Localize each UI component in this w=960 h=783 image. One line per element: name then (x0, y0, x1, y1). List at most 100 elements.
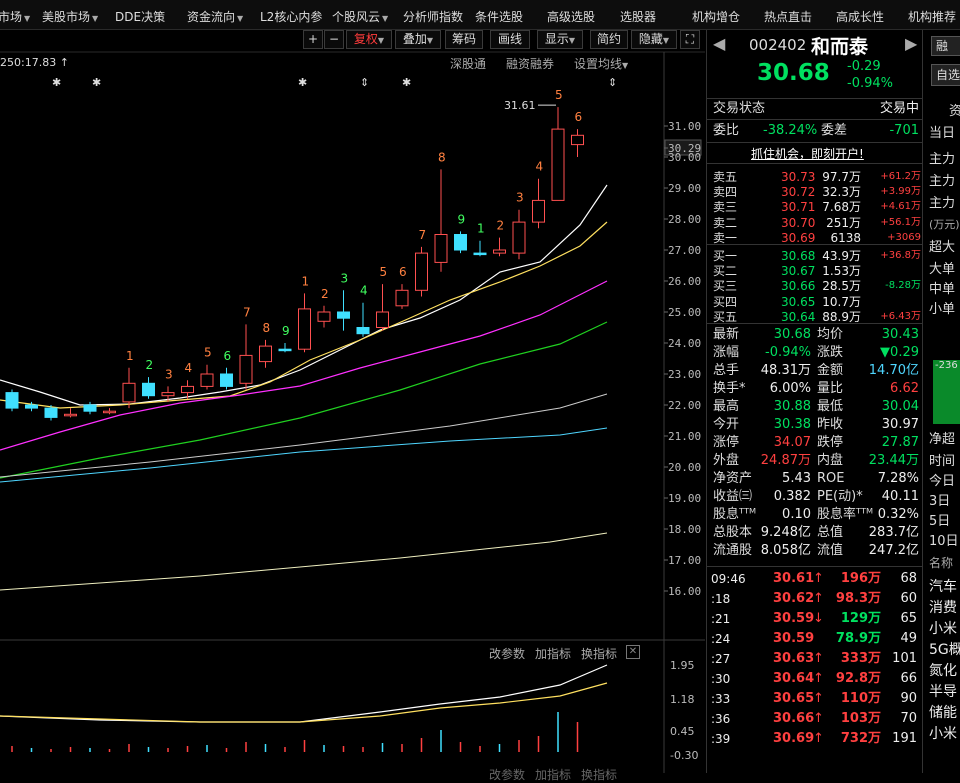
zoom-in-button[interactable]: + (303, 30, 323, 49)
tick-count: 66 (900, 671, 917, 686)
next-stock-icon[interactable]: ▶ (905, 34, 917, 53)
stat-value: 5.43 (782, 471, 811, 486)
divider (707, 142, 923, 143)
stat-value: 0.10 (782, 507, 811, 522)
tick-count: 191 (892, 731, 917, 746)
event-star-icon: ✱ (298, 76, 307, 89)
stat-label: 最低 (817, 399, 844, 414)
diejia-button[interactable]: 叠加▼ (395, 30, 441, 49)
shengutong-link[interactable]: 深股通 (450, 55, 486, 71)
quote-panel: ◀ 002402 和而泰 ▶ 30.68 -0.29 -0.94% 交易状态 交… (706, 30, 923, 773)
top-menu-item[interactable]: DDE决策 (115, 8, 165, 25)
tick-volume: 98.3万 (835, 591, 881, 606)
top-menu-item[interactable]: 美股市场 ▼ (42, 8, 98, 25)
tick-row: :36 30.66 ↑ 103万 70 (707, 710, 923, 728)
jiazhibiao-link[interactable]: 加指标 (535, 645, 571, 662)
top-menu-item[interactable]: 选股器 (620, 8, 656, 25)
xianshi-button[interactable]: 显示▼ (537, 30, 583, 49)
stat-value: 40.11 (881, 489, 919, 504)
gaicanshu-link[interactable]: 改参数 (489, 645, 525, 662)
ma-setting-link[interactable]: 设置均线▼ (574, 55, 628, 71)
zhongdan-label: 中单 (929, 282, 956, 297)
tick-price: 30.63 (773, 651, 815, 666)
td-count-label: 6 (575, 110, 583, 124)
bottom-huanzhibiao-link[interactable]: 换指标 (581, 766, 617, 783)
stat-value: 34.07 (773, 435, 811, 450)
chouma-button[interactable]: 筹码 (445, 30, 483, 49)
prev-stock-icon[interactable]: ◀ (713, 34, 725, 53)
zoom-out-button[interactable]: − (324, 30, 344, 49)
y-tick-label: 21.00 (668, 430, 701, 443)
sub-y-tick-label: 1.95 (670, 659, 695, 672)
stat-label: 涨跌 (817, 345, 844, 360)
candle-body (493, 249, 506, 254)
chevron-down-icon: ▼ (622, 61, 629, 70)
stat-label: 总值 (817, 525, 844, 540)
tick-time: :18 (711, 592, 731, 606)
close-icon[interactable]: ✕ (626, 645, 640, 659)
top-menu-item[interactable]: 机构推荐 (908, 8, 956, 25)
sub-y-tick-label: 1.18 (670, 693, 695, 706)
stats-row: 外盘 24.87万 内盘 23.44万 (707, 452, 923, 470)
tick-volume: 732万 (840, 731, 881, 746)
top-menu-item[interactable]: 高级选股 (547, 8, 595, 25)
fuquan-button[interactable]: 复权▼ (346, 30, 392, 49)
yincang-button[interactable]: 隐藏▼ (631, 30, 677, 49)
top-menu-item[interactable]: 市场 ▼ (0, 8, 30, 25)
y-tick-label: 17.00 (668, 554, 701, 567)
tick-arrow: ↑ (813, 691, 824, 706)
chart-toolbar: + − 复权▼ 叠加▼ 筹码 画线 显示▼ 简约 隐藏▼ ⛶ (0, 30, 705, 50)
tick-volume: 78.9万 (835, 631, 881, 646)
tick-row: :21 30.59 ↓ 129万 65 (707, 610, 923, 628)
top-menu-item[interactable]: 资金流向 ▼ (187, 8, 243, 25)
bottom-jiazhibiao-link[interactable]: 加指标 (535, 766, 571, 783)
add-watchlist-button[interactable]: 自选 (931, 64, 960, 86)
td-count-label: 5 (204, 346, 212, 360)
tick-arrow: ↓ (813, 611, 824, 626)
top-menu-label: 热点直击 (764, 10, 813, 24)
top-menu-item[interactable]: 个股风云 ▼ (332, 8, 388, 25)
td-count-label: 3 (341, 271, 349, 285)
tick-arrow: ↑ (813, 731, 824, 746)
sector-item: 汽车 (929, 579, 957, 595)
top-menu-item[interactable]: 分析师指数 (403, 8, 463, 25)
huaxian-button[interactable]: 画线 (490, 30, 530, 49)
top-menu-item[interactable]: 高成长性 (836, 8, 884, 25)
top-menu-label: DDE决策 (115, 10, 166, 24)
promo-link[interactable]: 抓住机会，即刻开户! (751, 145, 864, 162)
candle-body (44, 407, 58, 418)
stat-label: 今开 (713, 417, 740, 432)
top-menu-label: 高成长性 (836, 10, 885, 24)
rong-button[interactable]: 融 (931, 36, 960, 56)
jianyue-button[interactable]: 简约 (590, 30, 628, 49)
unit-label: (万元) (929, 218, 960, 231)
candle-body (298, 308, 311, 350)
rongzi-link[interactable]: 融资融券 (506, 55, 554, 71)
stat-value: 0.382 (773, 489, 811, 504)
ma5-line (0, 184, 608, 406)
top-menu-item[interactable]: L2核心内参 (260, 8, 322, 25)
diejia-label: 叠加 (402, 32, 427, 46)
top-menu-item[interactable]: 条件选股 (475, 8, 523, 25)
stat-label: 最新 (713, 327, 740, 342)
zhuli-label: 主力 (929, 196, 956, 211)
top-menu-item[interactable]: 热点直击 (764, 8, 812, 25)
stat-label: 股息ᵀᵀᴹ (713, 507, 757, 522)
huanzhibiao-link[interactable]: 换指标 (581, 645, 617, 662)
chevron-down-icon: ▼ (426, 36, 434, 45)
top-menu-item[interactable]: 机构增仓 (692, 8, 740, 25)
stock-code: 002402 (749, 36, 807, 54)
y-tick-label: 27.00 (668, 244, 701, 257)
stat-label: PE(动)* (817, 489, 863, 504)
candle-body (103, 410, 116, 414)
fullscreen-icon[interactable]: ⛶ (680, 30, 700, 49)
bottom-gaicanshu-link[interactable]: 改参数 (489, 766, 525, 783)
stat-value: 14.70亿 (868, 363, 919, 378)
mingcheng-label: 名称 (929, 556, 954, 570)
td-count-label: 7 (243, 305, 251, 319)
candle-body (64, 413, 77, 417)
zhuli-label: 主力 (929, 174, 956, 189)
td-count-label: 5 (380, 265, 388, 279)
max-price-label: 31.61 (504, 99, 536, 112)
event-star-icon: ✱ (92, 76, 101, 89)
